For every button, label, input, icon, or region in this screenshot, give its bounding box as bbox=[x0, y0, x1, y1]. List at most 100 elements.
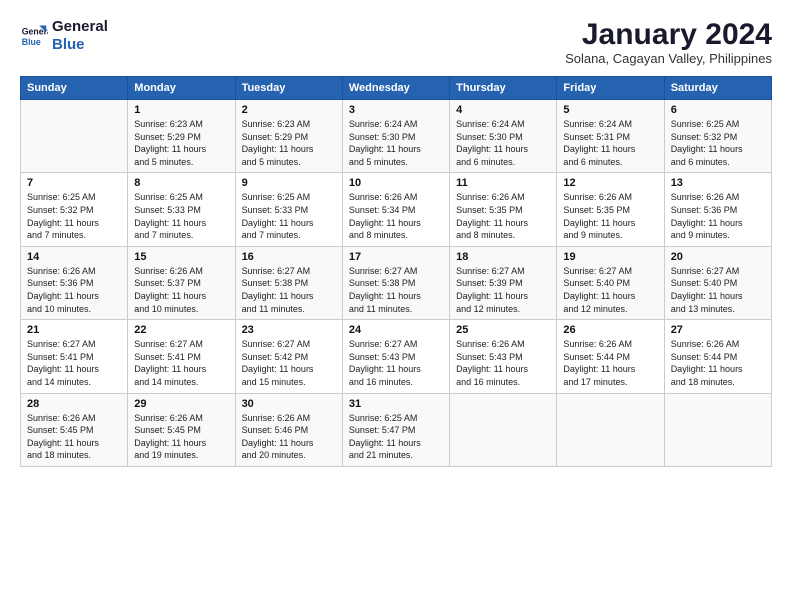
day-info: Sunrise: 6:27 AM Sunset: 5:38 PM Dayligh… bbox=[242, 265, 336, 315]
day-number: 31 bbox=[349, 398, 443, 410]
day-number: 2 bbox=[242, 104, 336, 116]
calendar-cell: 17Sunrise: 6:27 AM Sunset: 5:38 PM Dayli… bbox=[342, 246, 449, 319]
day-number: 11 bbox=[456, 177, 550, 189]
day-info: Sunrise: 6:26 AM Sunset: 5:46 PM Dayligh… bbox=[242, 412, 336, 462]
calendar-cell bbox=[557, 393, 664, 466]
calendar-cell: 3 Sunrise: 6:24 AM Sunset: 5:30 PM Daylig… bbox=[342, 100, 449, 173]
calendar-cell: 2 Sunrise: 6:23 AM Sunset: 5:29 PM Daylig… bbox=[235, 100, 342, 173]
calendar-cell: 7 Sunrise: 6:25 AM Sunset: 5:32 PM Daylig… bbox=[21, 173, 128, 246]
day-info: Sunrise: 6:26 AM Sunset: 5:43 PM Dayligh… bbox=[456, 338, 550, 388]
day-info: Sunrise: 6:26 AM Sunset: 5:45 PM Dayligh… bbox=[27, 412, 121, 462]
day-number: 10 bbox=[349, 177, 443, 189]
day-info: Sunrise: 6:27 AM Sunset: 5:43 PM Dayligh… bbox=[349, 338, 443, 388]
day-info: Sunrise: 6:24 AM Sunset: 5:30 PM Dayligh… bbox=[349, 118, 443, 168]
day-number: 3 bbox=[349, 104, 443, 116]
day-number: 18 bbox=[456, 251, 550, 263]
logo-icon: General Blue bbox=[20, 22, 48, 50]
day-info: Sunrise: 6:26 AM Sunset: 5:35 PM Dayligh… bbox=[456, 191, 550, 241]
day-number: 19 bbox=[563, 251, 657, 263]
calendar-cell bbox=[21, 100, 128, 173]
col-tuesday: Tuesday bbox=[235, 77, 342, 100]
svg-text:Blue: Blue bbox=[22, 37, 41, 47]
calendar-cell: 31 Sunrise: 6:25 AM Sunset: 5:47 PM Dayli… bbox=[342, 393, 449, 466]
day-info: Sunrise: 6:25 AM Sunset: 5:47 PM Dayligh… bbox=[349, 412, 443, 462]
day-info: Sunrise: 6:26 AM Sunset: 5:44 PM Dayligh… bbox=[563, 338, 657, 388]
calendar-cell: 19 Sunrise: 6:27 AM Sunset: 5:40 PM Dayli… bbox=[557, 246, 664, 319]
header-row: Sunday Monday Tuesday Wednesday Thursday… bbox=[21, 77, 772, 100]
calendar-cell: 24Sunrise: 6:27 AM Sunset: 5:43 PM Dayli… bbox=[342, 320, 449, 393]
col-friday: Friday bbox=[557, 77, 664, 100]
day-number: 16 bbox=[242, 251, 336, 263]
day-number: 8 bbox=[134, 177, 228, 189]
calendar-cell: 21Sunrise: 6:27 AM Sunset: 5:41 PM Dayli… bbox=[21, 320, 128, 393]
calendar-cell: 28Sunrise: 6:26 AM Sunset: 5:45 PM Dayli… bbox=[21, 393, 128, 466]
col-monday: Monday bbox=[128, 77, 235, 100]
calendar-cell: 15 Sunrise: 6:26 AM Sunset: 5:37 PM Dayli… bbox=[128, 246, 235, 319]
day-info: Sunrise: 6:26 AM Sunset: 5:44 PM Dayligh… bbox=[671, 338, 765, 388]
day-info: Sunrise: 6:26 AM Sunset: 5:45 PM Dayligh… bbox=[134, 412, 228, 462]
calendar-cell bbox=[450, 393, 557, 466]
day-info: Sunrise: 6:27 AM Sunset: 5:38 PM Dayligh… bbox=[349, 265, 443, 315]
day-number: 5 bbox=[563, 104, 657, 116]
calendar-table: Sunday Monday Tuesday Wednesday Thursday… bbox=[20, 76, 772, 467]
day-info: Sunrise: 6:26 AM Sunset: 5:36 PM Dayligh… bbox=[27, 265, 121, 315]
calendar-cell: 1 Sunrise: 6:23 AM Sunset: 5:29 PM Daylig… bbox=[128, 100, 235, 173]
calendar-cell: 12 Sunrise: 6:26 AM Sunset: 5:35 PM Dayli… bbox=[557, 173, 664, 246]
calendar-cell: 16 Sunrise: 6:27 AM Sunset: 5:38 PM Dayli… bbox=[235, 246, 342, 319]
page: General Blue General Blue January 2024 S… bbox=[0, 0, 792, 612]
day-info: Sunrise: 6:25 AM Sunset: 5:32 PM Dayligh… bbox=[27, 191, 121, 241]
day-number: 4 bbox=[456, 104, 550, 116]
calendar-cell: 9 Sunrise: 6:25 AM Sunset: 5:33 PM Daylig… bbox=[235, 173, 342, 246]
day-info: Sunrise: 6:27 AM Sunset: 5:42 PM Dayligh… bbox=[242, 338, 336, 388]
calendar-cell: 18Sunrise: 6:27 AM Sunset: 5:39 PM Dayli… bbox=[450, 246, 557, 319]
day-number: 1 bbox=[134, 104, 228, 116]
logo-line1: General bbox=[52, 18, 108, 36]
day-info: Sunrise: 6:27 AM Sunset: 5:41 PM Dayligh… bbox=[27, 338, 121, 388]
day-info: Sunrise: 6:27 AM Sunset: 5:40 PM Dayligh… bbox=[563, 265, 657, 315]
calendar-cell: 4 Sunrise: 6:24 AM Sunset: 5:30 PM Daylig… bbox=[450, 100, 557, 173]
day-info: Sunrise: 6:24 AM Sunset: 5:30 PM Dayligh… bbox=[456, 118, 550, 168]
logo: General Blue General Blue bbox=[20, 18, 108, 54]
logo-text: General Blue bbox=[52, 18, 108, 54]
week-row-5: 28Sunrise: 6:26 AM Sunset: 5:45 PM Dayli… bbox=[21, 393, 772, 466]
week-row-4: 21Sunrise: 6:27 AM Sunset: 5:41 PM Dayli… bbox=[21, 320, 772, 393]
day-number: 14 bbox=[27, 251, 121, 263]
day-number: 12 bbox=[563, 177, 657, 189]
day-number: 25 bbox=[456, 324, 550, 336]
day-info: Sunrise: 6:24 AM Sunset: 5:31 PM Dayligh… bbox=[563, 118, 657, 168]
week-row-1: 1 Sunrise: 6:23 AM Sunset: 5:29 PM Daylig… bbox=[21, 100, 772, 173]
day-info: Sunrise: 6:23 AM Sunset: 5:29 PM Dayligh… bbox=[242, 118, 336, 168]
day-info: Sunrise: 6:25 AM Sunset: 5:33 PM Dayligh… bbox=[242, 191, 336, 241]
calendar-cell: 26 Sunrise: 6:26 AM Sunset: 5:44 PM Dayli… bbox=[557, 320, 664, 393]
day-number: 26 bbox=[563, 324, 657, 336]
logo-line2: Blue bbox=[52, 36, 108, 54]
day-number: 9 bbox=[242, 177, 336, 189]
day-info: Sunrise: 6:26 AM Sunset: 5:36 PM Dayligh… bbox=[671, 191, 765, 241]
col-thursday: Thursday bbox=[450, 77, 557, 100]
calendar-cell: 11 Sunrise: 6:26 AM Sunset: 5:35 PM Dayli… bbox=[450, 173, 557, 246]
day-info: Sunrise: 6:27 AM Sunset: 5:41 PM Dayligh… bbox=[134, 338, 228, 388]
week-row-3: 14 Sunrise: 6:26 AM Sunset: 5:36 PM Dayli… bbox=[21, 246, 772, 319]
calendar-cell: 8Sunrise: 6:25 AM Sunset: 5:33 PM Daylig… bbox=[128, 173, 235, 246]
title-block: January 2024 Solana, Cagayan Valley, Phi… bbox=[565, 18, 772, 66]
day-number: 15 bbox=[134, 251, 228, 263]
calendar-cell: 23 Sunrise: 6:27 AM Sunset: 5:42 PM Dayli… bbox=[235, 320, 342, 393]
week-row-2: 7 Sunrise: 6:25 AM Sunset: 5:32 PM Daylig… bbox=[21, 173, 772, 246]
day-info: Sunrise: 6:26 AM Sunset: 5:34 PM Dayligh… bbox=[349, 191, 443, 241]
day-number: 7 bbox=[27, 177, 121, 189]
calendar-cell bbox=[664, 393, 771, 466]
day-info: Sunrise: 6:27 AM Sunset: 5:40 PM Dayligh… bbox=[671, 265, 765, 315]
day-info: Sunrise: 6:26 AM Sunset: 5:35 PM Dayligh… bbox=[563, 191, 657, 241]
calendar-cell: 25 Sunrise: 6:26 AM Sunset: 5:43 PM Dayli… bbox=[450, 320, 557, 393]
day-info: Sunrise: 6:25 AM Sunset: 5:32 PM Dayligh… bbox=[671, 118, 765, 168]
day-info: Sunrise: 6:23 AM Sunset: 5:29 PM Dayligh… bbox=[134, 118, 228, 168]
header: General Blue General Blue January 2024 S… bbox=[20, 18, 772, 66]
calendar-cell: 6Sunrise: 6:25 AM Sunset: 5:32 PM Daylig… bbox=[664, 100, 771, 173]
day-number: 23 bbox=[242, 324, 336, 336]
calendar-cell: 14 Sunrise: 6:26 AM Sunset: 5:36 PM Dayli… bbox=[21, 246, 128, 319]
calendar-cell: 13Sunrise: 6:26 AM Sunset: 5:36 PM Dayli… bbox=[664, 173, 771, 246]
col-sunday: Sunday bbox=[21, 77, 128, 100]
day-info: Sunrise: 6:26 AM Sunset: 5:37 PM Dayligh… bbox=[134, 265, 228, 315]
day-number: 20 bbox=[671, 251, 765, 263]
day-number: 30 bbox=[242, 398, 336, 410]
